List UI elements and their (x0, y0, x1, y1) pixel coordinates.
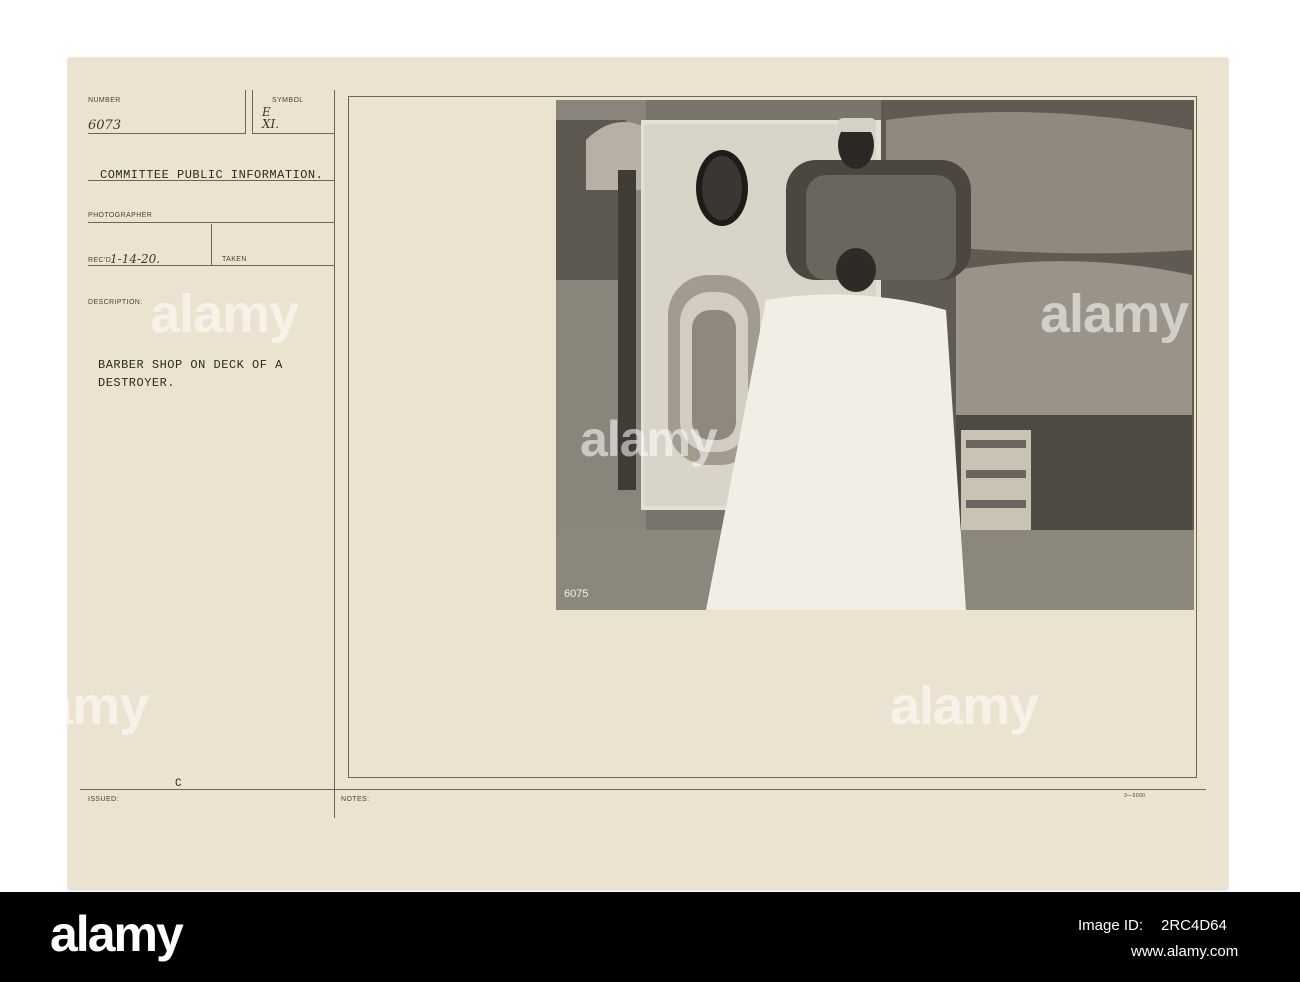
frame-right (1196, 96, 1197, 778)
photographer-label: PHOTOGRAPHER (88, 212, 153, 219)
watermark-5: alamy (890, 676, 1039, 736)
image-id-label: Image ID: (1078, 917, 1144, 934)
frame-top (348, 96, 1196, 97)
agency-rule (88, 180, 334, 181)
image-id-value: 2RC4D64 (1161, 917, 1227, 934)
watermark-2: alamy (0, 676, 149, 736)
description-line-2: DESTROYER. (98, 376, 176, 390)
site-url: www.alamy.com (1131, 943, 1239, 960)
symbol-rule (252, 133, 334, 134)
description-line-1: BARBER SHOP ON DECK OF A (98, 358, 283, 372)
footer-bar (0, 892, 1300, 982)
watermark-1: alamy (150, 284, 299, 344)
footer-brand: alamy (50, 906, 184, 962)
issued-label: ISSUED: (88, 796, 119, 803)
footer-rule (80, 789, 1206, 790)
photographer-rule (88, 222, 334, 223)
recd-divider (211, 224, 212, 266)
notes-label: NOTES: (341, 796, 370, 803)
barber-photograph: 6075 (556, 100, 1194, 610)
recd-rule (88, 265, 334, 266)
recd-value: 1-14-20. (110, 252, 161, 266)
number-value: 6073 (88, 118, 122, 133)
photo-illustration (556, 100, 1194, 610)
photo-number: 6075 (564, 588, 589, 600)
frame-bottom (348, 777, 1197, 778)
column-divider (334, 90, 335, 818)
number-divider-2 (252, 90, 253, 134)
symbol-value: E XI. (262, 105, 280, 131)
symbol-label: SYMBOL (272, 97, 304, 104)
watermark-4: alamy (1040, 284, 1189, 344)
number-label: NUMBER (88, 97, 121, 104)
description-label: DESCRIPTION: (88, 299, 143, 306)
frame-left (348, 96, 349, 778)
form-number: 3—5000 (1124, 793, 1146, 799)
recd-label: REC'D (88, 257, 112, 264)
number-rule (88, 133, 246, 134)
watermark-3: alamy (580, 411, 718, 467)
number-divider (245, 90, 246, 134)
taken-label: TAKEN (222, 256, 247, 263)
